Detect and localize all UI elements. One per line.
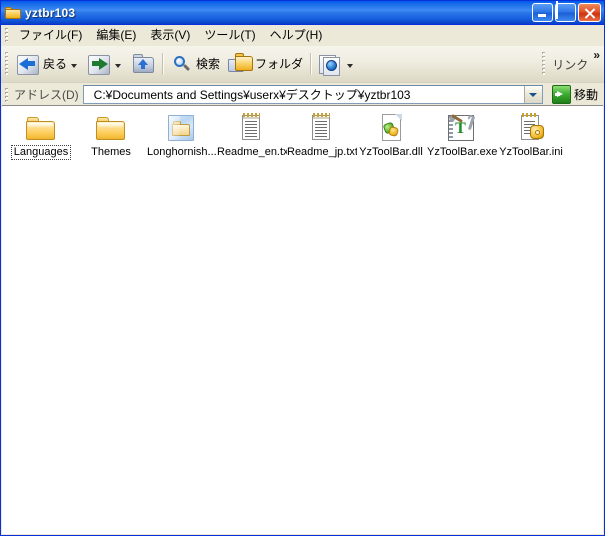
list-item[interactable]: Themes <box>76 110 146 161</box>
list-item-label: Readme_en.txt <box>217 146 287 158</box>
list-item-label: YzToolBar.dll <box>359 146 423 158</box>
up-folder-icon <box>131 53 155 75</box>
close-button[interactable] <box>578 3 601 22</box>
list-item[interactable]: Readme_jp.txt <box>286 110 357 161</box>
text-file-icon <box>235 112 267 144</box>
back-dropdown-icon[interactable] <box>71 63 78 68</box>
toolbar: 戻る 検索 フォルダ リンク » <box>1 46 604 83</box>
list-item-label: YzToolBar.exe <box>427 146 497 158</box>
links-label: リンク <box>552 57 589 72</box>
menu-gripper[interactable] <box>5 28 8 42</box>
back-button-label: 戻る <box>43 57 68 71</box>
explorer-window: yztbr103 ファイル(F) 編集(E) 表示(V) ツール(T) ヘルプ(… <box>0 0 605 536</box>
menu-file[interactable]: ファイル(F) <box>12 26 89 45</box>
back-button[interactable]: 戻る <box>12 49 83 79</box>
address-path-text: C:¥Documents and Settings¥userx¥デスクトップ¥y… <box>93 88 411 102</box>
search-button[interactable]: 検索 <box>167 49 224 79</box>
menu-view[interactable]: 表示(V) <box>143 26 197 45</box>
list-item-label: Themes <box>91 146 131 158</box>
folders-icon <box>228 53 254 75</box>
file-list-view[interactable]: Languages Themes Longhornish... Readme_e… <box>2 105 603 534</box>
go-button-label: 移動 <box>573 88 598 102</box>
menu-bar: ファイル(F) 編集(E) 表示(V) ツール(T) ヘルプ(H) <box>1 25 604 46</box>
links-gripper[interactable] <box>542 52 546 76</box>
title-bar[interactable]: yztbr103 <box>1 1 604 25</box>
toolbar-separator-2 <box>310 53 313 75</box>
text-file-icon <box>305 112 337 144</box>
dll-file-icon <box>375 112 407 144</box>
menu-tools[interactable]: ツール(T) <box>197 26 262 45</box>
chevron-down-icon <box>529 92 538 97</box>
up-button[interactable] <box>127 49 159 79</box>
menu-edit[interactable]: 編集(E) <box>89 26 143 45</box>
window-title: yztbr103 <box>25 5 76 20</box>
minimize-button[interactable] <box>532 3 553 22</box>
list-item[interactable]: Readme_en.txt <box>216 110 287 161</box>
address-gripper[interactable] <box>5 87 8 102</box>
address-label: アドレス(D) <box>14 88 79 102</box>
list-item[interactable]: YzToolBar.dll <box>356 110 426 161</box>
address-input[interactable]: C:¥Documents and Settings¥userx¥デスクトップ¥y… <box>82 85 543 104</box>
list-item-label: Readme_jp.txt <box>287 146 357 158</box>
compressed-folder-icon <box>165 112 197 144</box>
list-item-label: Longhornish... <box>147 146 217 158</box>
views-button[interactable] <box>315 49 359 79</box>
toolbar-overflow-chevron-icon[interactable]: » <box>593 47 600 62</box>
folder-icon <box>5 5 21 20</box>
config-file-icon <box>515 112 547 144</box>
address-bar: アドレス(D) C:¥Documents and Settings¥userx¥… <box>1 83 604 107</box>
go-button[interactable]: 移動 <box>548 85 602 105</box>
views-dropdown-icon[interactable] <box>347 63 354 68</box>
list-item-label: Languages <box>10 145 72 160</box>
list-item[interactable]: Languages <box>6 110 76 161</box>
folders-button[interactable]: フォルダ <box>224 49 307 79</box>
list-item[interactable]: T YzToolBar.exe <box>426 110 497 161</box>
folder-icon <box>25 112 57 144</box>
views-icon <box>319 53 343 76</box>
folders-button-label: フォルダ <box>255 57 304 71</box>
list-item-label: YzToolBar.ini <box>499 146 563 158</box>
menu-help[interactable]: ヘルプ(H) <box>263 26 330 45</box>
file-icon-grid: Languages Themes Longhornish... Readme_e… <box>2 106 603 161</box>
toolbar-separator <box>162 53 165 75</box>
go-arrow-icon <box>551 85 571 104</box>
search-icon <box>171 53 193 75</box>
address-dropdown-button[interactable] <box>523 86 542 103</box>
folder-icon <box>95 112 127 144</box>
maximize-button[interactable] <box>555 1 576 22</box>
forward-dropdown-icon[interactable] <box>115 63 122 68</box>
links-bar[interactable]: リンク » <box>540 47 604 81</box>
toolbar-gripper[interactable] <box>5 52 8 76</box>
application-file-icon: T <box>445 112 477 144</box>
forward-arrow-icon <box>87 53 111 75</box>
list-item[interactable]: YzToolBar.ini <box>496 110 566 161</box>
forward-button[interactable] <box>83 49 127 79</box>
window-controls <box>532 1 601 22</box>
search-button-label: 検索 <box>196 57 221 71</box>
back-arrow-icon <box>16 53 40 75</box>
list-item[interactable]: Longhornish... <box>146 110 217 161</box>
